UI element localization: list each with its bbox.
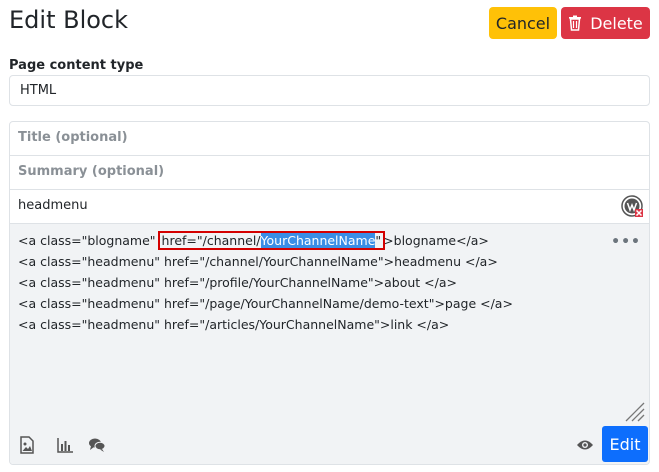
summary-input[interactable]: Summary (optional): [10, 156, 649, 190]
selected-text: YourChannelName: [260, 233, 376, 248]
chart-icon[interactable]: [56, 436, 74, 454]
delete-button[interactable]: Delete: [561, 7, 650, 39]
resize-handle-icon[interactable]: [623, 400, 645, 422]
code-line: <a class="headmenu" href="/articles/Your…: [18, 317, 450, 332]
delete-button-label: Delete: [590, 13, 643, 33]
content-type-select[interactable]: HTML: [9, 75, 650, 106]
image-icon[interactable]: [18, 436, 36, 454]
preview-eye-icon[interactable]: [576, 438, 594, 452]
wordpress-icon[interactable]: [621, 195, 643, 217]
code-line: <a class="headmenu" href="/profile/YourC…: [18, 275, 457, 290]
edit-button[interactable]: Edit: [602, 426, 648, 462]
comments-icon[interactable]: [88, 436, 106, 454]
code-line: <a class="headmenu" href="/channel/YourC…: [18, 254, 498, 269]
code-line: <a class="headmenu" href="/page/YourChan…: [18, 296, 513, 311]
block-form: Title (optional) Summary (optional) head…: [9, 121, 650, 465]
editor-toolbar: Edit: [10, 424, 649, 464]
name-input[interactable]: headmenu: [10, 190, 649, 224]
content-type-label: Page content type: [9, 58, 144, 73]
more-options-icon[interactable]: •••: [611, 232, 641, 253]
cancel-button[interactable]: Cancel: [489, 7, 557, 39]
code-line: <a class="blogname" href="/channel/YourC…: [18, 231, 489, 250]
title-input[interactable]: Title (optional): [10, 122, 649, 156]
name-input-value: headmenu: [18, 198, 88, 213]
trash-icon: [569, 15, 582, 31]
page-title: Edit Block: [9, 6, 129, 34]
code-editor[interactable]: <a class="blogname" href="/channel/YourC…: [10, 224, 649, 424]
highlighted-href: href="/channel/YourChannelName": [157, 231, 386, 250]
